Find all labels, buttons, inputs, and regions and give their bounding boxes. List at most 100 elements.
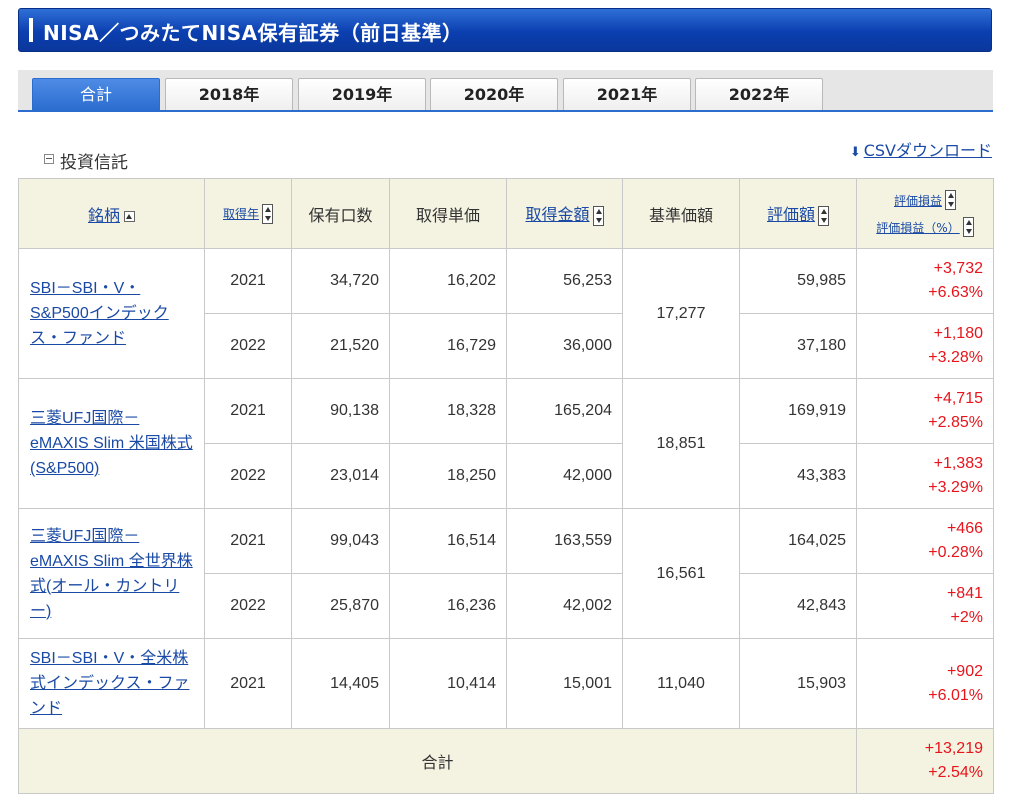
fund-name-cell: 三菱UFJ国際－eMAXIS Slim 全世界株式(オール・カントリー) bbox=[18, 508, 205, 639]
total-row: 合計 +13,219 +2.54% bbox=[18, 728, 994, 794]
fund-name-cell: 三菱UFJ国際－eMAXIS Slim 米国株式(S&P500) bbox=[18, 378, 205, 509]
csv-download-link[interactable]: ⬇ CSVダウンロード bbox=[850, 137, 992, 161]
cost-cell: 42,000 bbox=[506, 443, 623, 509]
year-tab-bar: 合計 2018年 2019年 2020年 2021年 2022年 bbox=[18, 70, 993, 112]
gain-amount: +1,383 bbox=[933, 455, 983, 472]
tab-total[interactable]: 合計 bbox=[32, 78, 160, 110]
unit-cost-cell: 16,514 bbox=[389, 508, 507, 574]
header-year[interactable]: 取得年 bbox=[204, 178, 292, 249]
section-toggle[interactable]: 投資信託 bbox=[44, 148, 128, 173]
gain-percent: +3.29% bbox=[928, 479, 983, 496]
tab-2022[interactable]: 2022年 bbox=[695, 78, 823, 110]
header-unit-cost: 取得単価 bbox=[389, 178, 507, 249]
tab-2018[interactable]: 2018年 bbox=[165, 78, 293, 110]
value-cell: 42,843 bbox=[739, 573, 857, 639]
cost-cell: 36,000 bbox=[506, 313, 623, 379]
sort-icon[interactable] bbox=[262, 203, 273, 224]
gain-amount: +841 bbox=[946, 585, 983, 602]
units-cell: 21,520 bbox=[291, 313, 390, 379]
gain-percent: +6.01% bbox=[928, 686, 983, 704]
cost-cell: 163,559 bbox=[506, 508, 623, 574]
gain-cell: +4,715 +2.85% bbox=[856, 378, 994, 444]
cost-cell: 56,253 bbox=[506, 248, 623, 314]
gain-amount: +1,180 bbox=[933, 325, 983, 342]
cost-cell: 165,204 bbox=[506, 378, 623, 444]
units-cell: 90,138 bbox=[291, 378, 390, 444]
header-units: 保有口数 bbox=[291, 178, 390, 249]
download-arrow-icon: ⬇ bbox=[849, 145, 861, 160]
total-gain-amount: +13,219 bbox=[924, 740, 983, 757]
gain-cell: +1,383 +3.29% bbox=[856, 443, 994, 509]
gain-percent: +0.28% bbox=[928, 544, 983, 561]
nav-cell: 16,561 bbox=[622, 508, 740, 639]
value-cell: 43,383 bbox=[739, 443, 857, 509]
fund-link[interactable]: SBI－SBI・V・S&P500インデックス・ファンド bbox=[30, 280, 169, 347]
value-cell: 37,180 bbox=[739, 313, 857, 379]
header-cost[interactable]: 取得金額 bbox=[506, 178, 623, 249]
year-cell: 2022 bbox=[204, 573, 292, 639]
gain-percent: +6.63% bbox=[928, 284, 983, 301]
unit-cost-cell: 10,414 bbox=[389, 638, 507, 729]
gain-cell: +466 +0.28% bbox=[856, 508, 994, 574]
fund-link[interactable]: SBI－SBI・V・全米株式インデックス・ファンド bbox=[30, 650, 190, 717]
units-cell: 14,405 bbox=[291, 638, 390, 729]
sort-icon[interactable] bbox=[592, 205, 604, 226]
page-title: NISA／つみたてNISA保有証券（前日基準） bbox=[43, 21, 463, 45]
sort-asc-icon[interactable] bbox=[124, 210, 135, 222]
sort-by-gain-pct-link[interactable]: 評価損益（%） bbox=[876, 221, 959, 235]
nav-cell: 18,851 bbox=[622, 378, 740, 509]
total-label: 合計 bbox=[18, 728, 857, 794]
total-gain-percent: +2.54% bbox=[928, 764, 983, 781]
year-cell: 2021 bbox=[204, 248, 292, 314]
header-gain[interactable]: 評価損益 評価損益（%） bbox=[856, 178, 994, 249]
unit-cost-cell: 16,236 bbox=[389, 573, 507, 639]
gain-percent: +2.85% bbox=[928, 414, 983, 431]
fund-name-cell: SBI－SBI・V・全米株式インデックス・ファンド bbox=[18, 638, 205, 729]
sort-icon[interactable] bbox=[818, 205, 829, 226]
table-row: 三菱UFJ国際－eMAXIS Slim 全世界株式(オール・カントリー) 202… bbox=[18, 508, 994, 639]
sort-by-fund-link[interactable]: 銘柄 bbox=[88, 206, 120, 225]
gain-cell: +1,180 +3.28% bbox=[856, 313, 994, 379]
cost-cell: 15,001 bbox=[506, 638, 623, 729]
sort-by-value-link[interactable]: 評価額 bbox=[767, 205, 815, 224]
fund-link[interactable]: 三菱UFJ国際－eMAXIS Slim 全世界株式(オール・カントリー) bbox=[30, 528, 193, 620]
total-gain-cell: +13,219 +2.54% bbox=[856, 728, 994, 794]
fund-link[interactable]: 三菱UFJ国際－eMAXIS Slim 米国株式(S&P500) bbox=[30, 410, 193, 477]
gain-amount: +902 bbox=[946, 662, 983, 680]
year-cell: 2022 bbox=[204, 443, 292, 509]
value-cell: 15,903 bbox=[739, 638, 857, 729]
unit-cost-cell: 16,202 bbox=[389, 248, 507, 314]
sort-by-year-link[interactable]: 取得年 bbox=[223, 207, 259, 221]
sort-by-gain-link[interactable]: 評価損益 bbox=[894, 194, 942, 208]
sort-by-cost-link[interactable]: 取得金額 bbox=[525, 205, 589, 224]
year-cell: 2021 bbox=[204, 378, 292, 444]
units-cell: 99,043 bbox=[291, 508, 390, 574]
year-cell: 2022 bbox=[204, 313, 292, 379]
gain-amount: +3,732 bbox=[933, 260, 983, 277]
table-row: SBI－SBI・V・S&P500インデックス・ファンド 2021 34,720 … bbox=[18, 248, 994, 379]
gain-amount: +4,715 bbox=[933, 390, 983, 407]
table-header-row: 銘柄 取得年 保有口数 取得単価 取得金額 基準価額 評価額 評価損益 評価損益… bbox=[18, 178, 994, 249]
header-nav: 基準価額 bbox=[622, 178, 740, 249]
nav-cell: 17,277 bbox=[622, 248, 740, 379]
header-value[interactable]: 評価額 bbox=[739, 178, 857, 249]
tab-2020[interactable]: 2020年 bbox=[430, 78, 558, 110]
collapse-icon[interactable] bbox=[44, 154, 54, 164]
gain-cell: +841 +2% bbox=[856, 573, 994, 639]
holdings-table: 銘柄 取得年 保有口数 取得単価 取得金額 基準価額 評価額 評価損益 評価損益… bbox=[18, 178, 994, 794]
header-fund[interactable]: 銘柄 bbox=[18, 178, 205, 249]
section-title: 投資信託 bbox=[60, 153, 128, 173]
tab-2021[interactable]: 2021年 bbox=[563, 78, 691, 110]
gain-percent: +2% bbox=[950, 609, 983, 626]
units-cell: 25,870 bbox=[291, 573, 390, 639]
unit-cost-cell: 16,729 bbox=[389, 313, 507, 379]
gain-percent: +3.28% bbox=[928, 349, 983, 366]
title-accent-bar bbox=[29, 18, 33, 42]
sort-icon[interactable] bbox=[962, 217, 974, 237]
sort-icon[interactable] bbox=[945, 190, 956, 210]
page-header: NISA／つみたてNISA保有証券（前日基準） bbox=[18, 8, 992, 52]
tab-2019[interactable]: 2019年 bbox=[298, 78, 426, 110]
unit-cost-cell: 18,328 bbox=[389, 378, 507, 444]
value-cell: 59,985 bbox=[739, 248, 857, 314]
cost-cell: 42,002 bbox=[506, 573, 623, 639]
